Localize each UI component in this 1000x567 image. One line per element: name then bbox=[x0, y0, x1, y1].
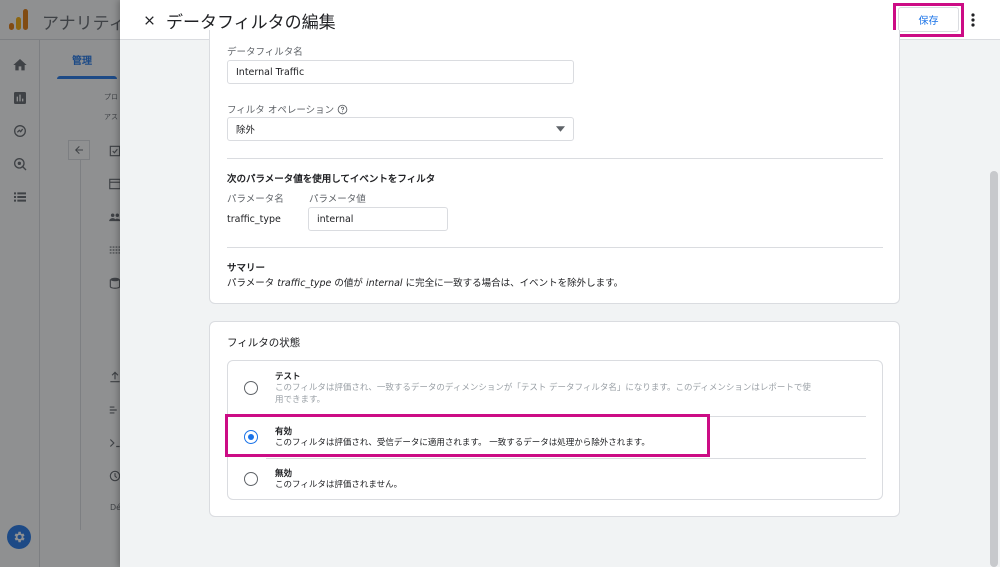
active-option-highlight-box bbox=[225, 414, 710, 457]
option-test-desc-line1: このフィルタは評価され、一致するデータのディメンションが「テスト データフィルタ… bbox=[275, 383, 811, 393]
parameter-name: traffic_type bbox=[227, 214, 281, 225]
edit-data-filter-drawer: データフィルタの編集 保存 データフィルタ名 Internal Traffic … bbox=[120, 0, 1000, 567]
option-inactive-desc: このフィルタは評価されません。 bbox=[275, 480, 403, 490]
option-inactive-title: 無効 bbox=[275, 469, 293, 479]
more-options-button[interactable] bbox=[966, 10, 980, 30]
summary-prefix: パラメータ bbox=[227, 278, 278, 289]
option-divider-2 bbox=[266, 458, 866, 459]
summary-param: traffic_type bbox=[277, 278, 332, 289]
section-divider-2 bbox=[227, 247, 883, 248]
more-vert-icon bbox=[971, 13, 975, 27]
parameter-value-input[interactable]: internal bbox=[308, 207, 448, 231]
parameter-value-label: パラメータ値 bbox=[309, 194, 366, 205]
summary-text: パラメータ traffic_type の値が internal に完全に一致する… bbox=[227, 275, 623, 289]
summary-suffix: に完全に一致する場合は、イベントを除外します。 bbox=[402, 278, 624, 289]
parameter-heading: 次のパラメータ値を使用してイベントをフィルタ bbox=[227, 174, 436, 185]
parameter-name-label: パラメータ名 bbox=[227, 194, 284, 205]
filter-operation-value: 除外 bbox=[236, 125, 256, 136]
close-button[interactable] bbox=[138, 9, 160, 31]
option-test-title: テスト bbox=[275, 372, 301, 382]
scrollbar-thumb[interactable] bbox=[990, 171, 998, 567]
summary-mid: の値が bbox=[331, 278, 366, 289]
save-button[interactable]: 保存 bbox=[898, 7, 959, 32]
summary-heading: サマリー bbox=[227, 263, 266, 274]
dropdown-arrow-icon bbox=[556, 126, 565, 132]
help-icon[interactable] bbox=[337, 104, 348, 115]
filter-details-card: データフィルタ名 Internal Traffic フィルタ オペレーション 除… bbox=[209, 30, 900, 304]
drawer-scrollbar[interactable] bbox=[988, 41, 1000, 567]
filter-name-input[interactable]: Internal Traffic bbox=[227, 60, 574, 84]
filter-operation-select[interactable]: 除外 bbox=[227, 117, 574, 141]
summary-value: internal bbox=[365, 278, 403, 289]
filter-state-heading: フィルタの状態 bbox=[227, 337, 301, 349]
radio-inactive[interactable] bbox=[244, 472, 258, 486]
radio-test[interactable] bbox=[244, 381, 258, 395]
operation-label-row: フィルタ オペレーション bbox=[227, 102, 348, 116]
close-icon bbox=[144, 15, 154, 25]
section-divider bbox=[227, 158, 883, 159]
filter-operation-label: フィルタ オペレーション bbox=[227, 105, 335, 116]
option-test-desc-line2: 用できます。 bbox=[275, 395, 326, 405]
filter-name-label: データフィルタ名 bbox=[227, 47, 303, 58]
